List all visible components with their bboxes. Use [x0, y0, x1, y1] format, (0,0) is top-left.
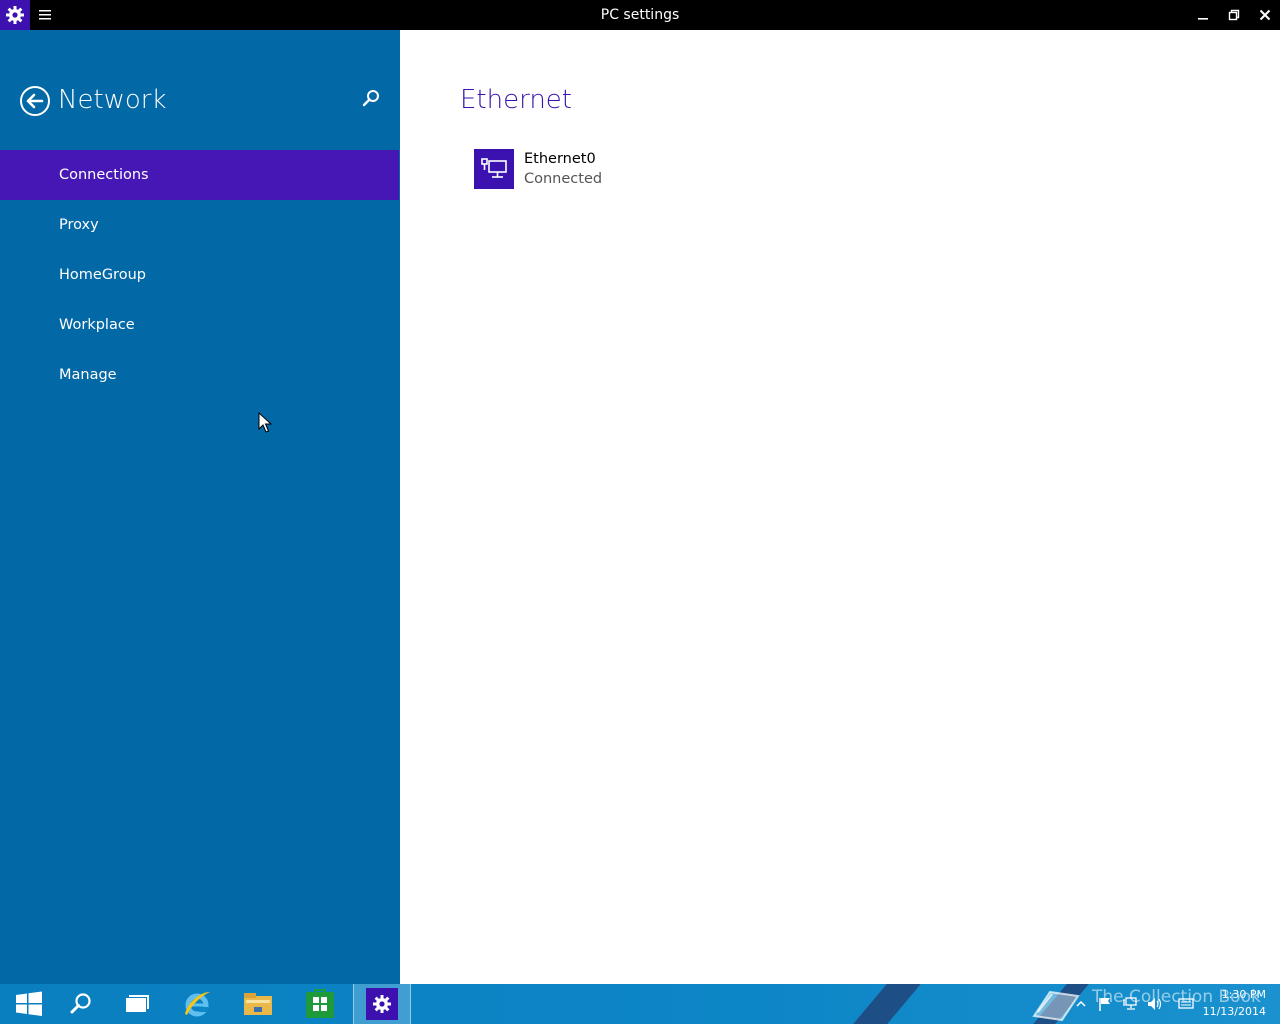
app-icon[interactable] [0, 0, 30, 30]
keyboard-icon[interactable] [1178, 996, 1194, 1012]
taskbar-wallpaper-stripe [853, 984, 921, 1024]
gear-icon [6, 6, 24, 24]
pane-title: Network [58, 85, 167, 115]
left-pane: Network Connections Proxy HomeGroup Work… [0, 30, 400, 984]
search-icon [362, 90, 379, 107]
restore-button[interactable] [1219, 0, 1249, 30]
nav-item-connections[interactable]: Connections [0, 150, 399, 200]
settings-button[interactable] [353, 984, 411, 1024]
internet-explorer-button[interactable] [168, 984, 226, 1024]
nav-item-proxy[interactable]: Proxy [0, 200, 399, 250]
network-icon[interactable] [1122, 996, 1138, 1012]
nav-item-workplace[interactable]: Workplace [0, 300, 399, 350]
connection-status: Connected [524, 171, 603, 187]
start-button[interactable] [0, 984, 58, 1024]
flag-icon[interactable] [1097, 996, 1113, 1012]
file-explorer-icon [244, 993, 272, 1015]
search-icon [70, 993, 91, 1014]
ethernet-tile [474, 149, 514, 189]
mouse-cursor-icon [258, 412, 272, 433]
nav-item-homegroup[interactable]: HomeGroup [0, 250, 399, 300]
minimize-icon [1198, 18, 1208, 20]
back-arrow-icon [20, 86, 50, 116]
volume-icon[interactable] [1146, 996, 1162, 1012]
nav-item-manage[interactable]: Manage [0, 350, 399, 400]
file-explorer-button[interactable] [229, 984, 287, 1024]
content-pane: Ethernet Ethernet0 Connected [400, 30, 1280, 984]
restore-icon [1228, 9, 1240, 21]
search-button[interactable] [360, 88, 382, 110]
section-title: Ethernet [460, 85, 572, 115]
clock-date[interactable]: 11/13/2014 [1196, 1005, 1266, 1018]
ethernet-icon [481, 158, 507, 178]
store-button[interactable] [291, 984, 349, 1024]
close-icon [1259, 9, 1271, 21]
nav-list: Connections Proxy HomeGroup Workplace Ma… [0, 150, 399, 400]
task-view-button[interactable] [108, 984, 166, 1024]
connection-name: Ethernet0 [524, 151, 596, 167]
store-icon [306, 989, 334, 1018]
start-icon [16, 991, 42, 1016]
taskbar-search-button[interactable] [52, 984, 110, 1024]
title-bar: PC settings [0, 0, 1280, 30]
show-hidden-icons[interactable] [1073, 996, 1089, 1012]
clock-time[interactable]: 1:30 PM [1214, 988, 1266, 1001]
settings-icon [366, 988, 398, 1020]
close-button[interactable] [1250, 0, 1280, 30]
window-title: PC settings [600, 7, 680, 23]
ethernet-connection-item[interactable]: Ethernet0 Connected [474, 149, 714, 191]
taskbar: The Collection Book 1:30 PM 11/13/2014 [0, 984, 1280, 1024]
internet-explorer-icon [185, 992, 210, 1017]
task-view-icon [126, 995, 149, 1012]
hamburger-menu-icon[interactable] [36, 7, 54, 23]
back-button[interactable] [19, 85, 51, 117]
minimize-button[interactable] [1188, 0, 1218, 30]
